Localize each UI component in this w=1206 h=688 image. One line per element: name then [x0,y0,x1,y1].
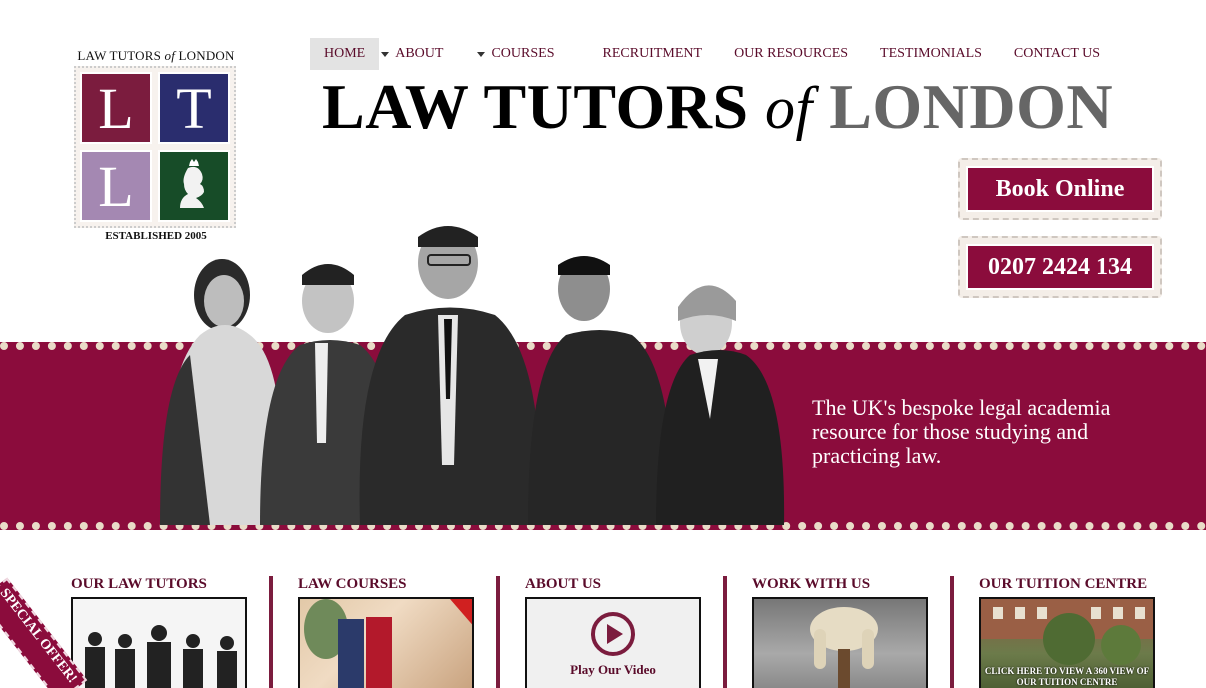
courses-thumbnail[interactable] [298,597,474,688]
phone-number-button[interactable]: 0207 2424 134 [958,236,1162,298]
section-divider [723,576,727,688]
nav-home[interactable]: HOME [310,38,380,70]
nav-testimonials[interactable]: TESTIMONIALS [862,38,996,70]
tuition-centre-360-thumbnail[interactable]: CLICK HERE TO VIEW A 360 VIEW OF OUR TUI… [979,597,1155,688]
nav-contact-us[interactable]: CONTACT US [996,38,1114,70]
logo-tile-t: T [158,72,230,144]
tutors-group-mini-icon [85,625,237,688]
section-our-tuition-centre: OUR TUITION CENTRE CLICK HERE TO VIEW A … [979,576,1169,688]
queen-silhouette-icon [158,150,230,222]
section-our-law-tutors: OUR LAW TUTORS [71,576,261,688]
dropdown-caret-icon [381,51,390,57]
play-icon [591,611,635,656]
play-video-label: Play Our Video [570,661,656,677]
nav-about[interactable]: ABOUT [379,38,457,70]
play-video-button[interactable]: Play Our Video [525,597,701,688]
section-law-courses: LAW COURSES [298,576,488,688]
nav-recruitment[interactable]: RECRUITMENT [589,38,717,70]
logo-wordmark: LAW TUTORS of LONDON [77,48,235,63]
section-title: WORK WITH US [752,576,871,592]
section-divider [950,576,954,688]
nav-courses[interactable]: COURSES [457,38,588,70]
page-title: LAW TUTORS of LONDON [322,71,1114,142]
tuition-centre-caption: CLICK HERE TO VIEW A 360 VIEW OF OUR TUI… [984,666,1150,687]
tutors-group-photo [160,226,785,525]
section-divider [496,576,500,688]
main-nav: HOME ABOUT COURSES RECRUITMENT OUR RESOU… [310,38,1114,70]
law-books-icon [304,599,472,688]
tutors-thumbnail[interactable] [71,597,247,688]
dropdown-caret-icon [477,51,486,57]
work-with-us-thumbnail[interactable] [752,597,928,688]
phone-number-label: 0207 2424 134 [966,244,1154,290]
book-online-label: Book Online [966,166,1154,212]
section-about-us: ABOUT US Play Our Video [525,576,715,688]
book-online-button[interactable]: Book Online [958,158,1162,220]
section-work-with-us: WORK WITH US [752,576,942,688]
section-title: OUR LAW TUTORS [71,576,207,592]
logo-tile-l-lower: L [80,150,152,222]
section-title: LAW COURSES [298,576,407,592]
barrister-wig-icon [810,607,878,688]
logo-tile-l: L [80,72,152,144]
section-divider [269,576,273,688]
section-title: OUR TUITION CENTRE [979,576,1148,592]
banner-tagline: The UK's bespoke legal academia resource… [812,395,1111,468]
logo-tiles: L T L [74,66,236,228]
nav-our-resources[interactable]: OUR RESOURCES [716,38,862,70]
section-title: ABOUT US [525,576,601,592]
